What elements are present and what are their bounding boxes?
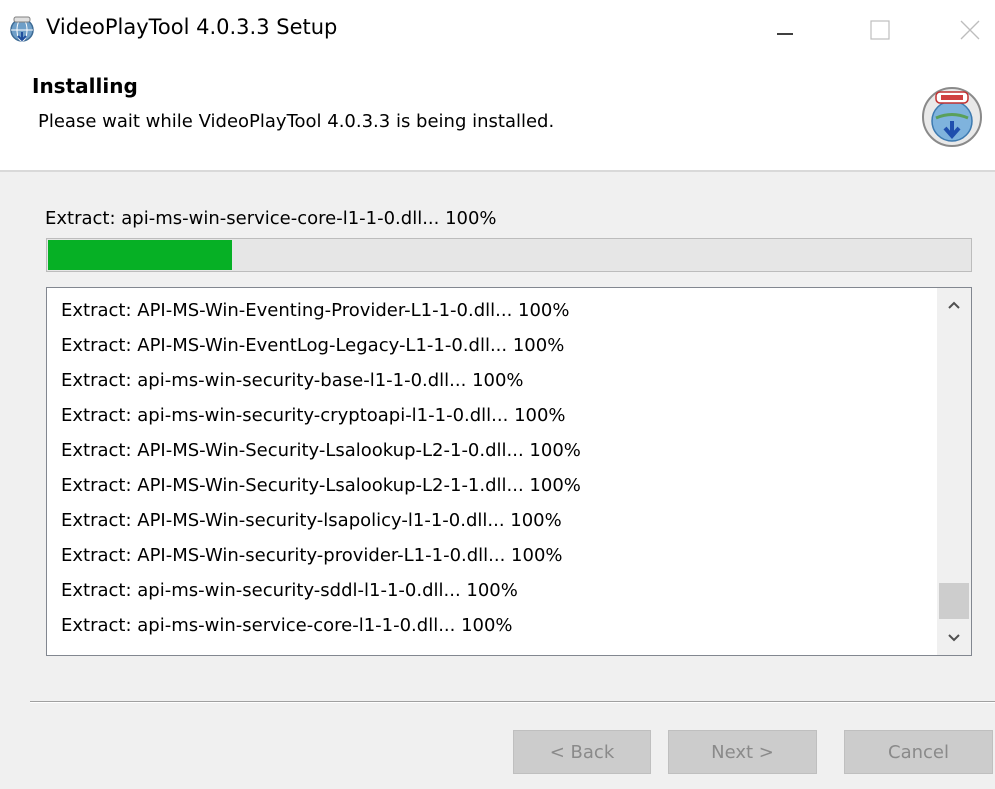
minimize-icon (777, 33, 793, 35)
cancel-button[interactable]: Cancel (844, 730, 993, 774)
log-line: Extract: API-MS-Win-security-provider-L1… (61, 545, 563, 566)
log-line: Extract: API-MS-Win-Security-Lsalookup-L… (61, 440, 581, 461)
scroll-up-button[interactable] (937, 288, 971, 322)
log-line: Extract: api-ms-win-service-core-l1-1-0.… (61, 615, 513, 636)
back-button[interactable]: < Back (513, 730, 651, 774)
page-subtitle: Please wait while VideoPlayTool 4.0.3.3 … (38, 111, 555, 132)
minimize-button[interactable] (750, 0, 820, 60)
scrollbar-thumb[interactable] (939, 583, 969, 619)
title-bar: VideoPlayTool 4.0.3.3 Setup (0, 0, 995, 60)
close-icon (960, 20, 980, 40)
log-line: Extract: api-ms-win-security-sddl-l1-1-0… (61, 580, 518, 601)
maximize-icon (870, 20, 890, 40)
progress-bar (46, 238, 972, 272)
scroll-down-button[interactable] (937, 621, 971, 655)
install-log-list[interactable]: Extract: API-MS-Win-Eventing-Provider-L1… (46, 287, 972, 656)
wizard-header: Installing Please wait while VideoPlayTo… (0, 60, 995, 170)
progress-bar-fill (48, 240, 232, 270)
next-button[interactable]: Next > (668, 730, 817, 774)
installer-globe-icon (10, 16, 34, 42)
maximize-button[interactable] (845, 0, 915, 60)
window-title: VideoPlayTool 4.0.3.3 Setup (46, 15, 338, 39)
log-line: Extract: api-ms-win-security-cryptoapi-l… (61, 405, 566, 426)
chevron-down-icon (948, 634, 960, 642)
log-line: Extract: API-MS-Win-Eventing-Provider-L1… (61, 300, 570, 321)
chevron-up-icon (948, 301, 960, 309)
vertical-scrollbar[interactable] (937, 288, 971, 655)
log-line: Extract: API-MS-Win-security-lsapolicy-l… (61, 510, 562, 531)
close-button[interactable] (935, 0, 995, 60)
nsis-installer-logo-icon (922, 87, 982, 147)
log-line: Extract: API-MS-Win-EventLog-Legacy-L1-1… (61, 335, 565, 356)
current-status: Extract: api-ms-win-service-core-l1-1-0.… (45, 208, 497, 229)
header-divider (0, 170, 995, 172)
page-title: Installing (32, 74, 138, 98)
log-line: Extract: api-ms-win-security-base-l1-1-0… (61, 370, 524, 391)
log-line: Extract: API-MS-Win-Security-Lsalookup-L… (61, 475, 581, 496)
